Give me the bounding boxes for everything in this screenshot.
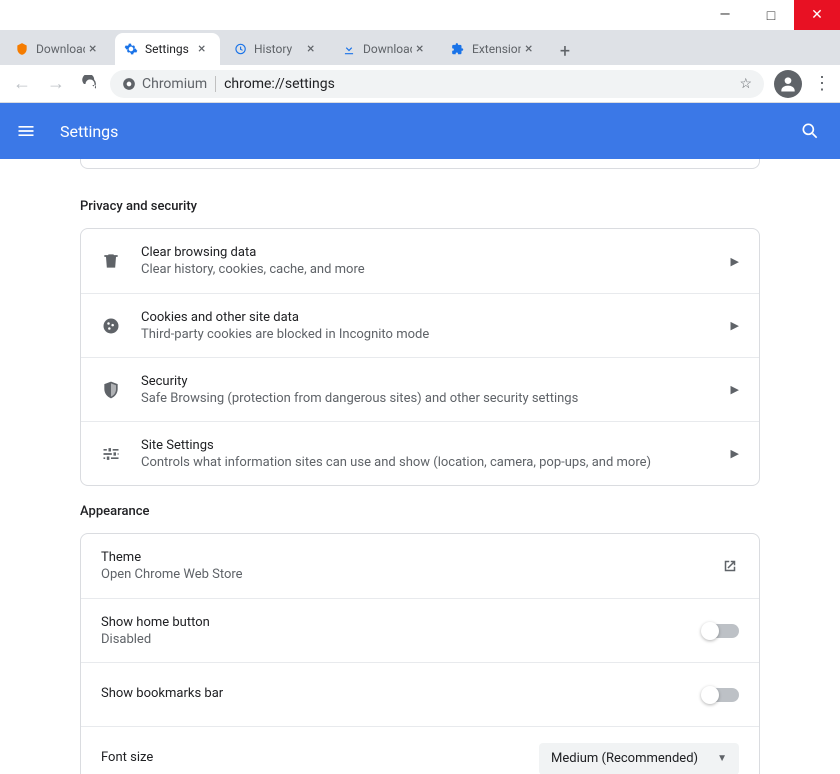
- chevron-right-icon: ▶: [731, 319, 739, 332]
- tab-close-icon[interactable]: ×: [525, 41, 539, 57]
- sliders-icon: [101, 444, 121, 464]
- external-link-icon: [721, 557, 739, 575]
- font-size-dropdown[interactable]: Medium (Recommended) ▼: [539, 743, 739, 774]
- site-info-label: Chromium: [142, 76, 207, 92]
- browser-toolbar: ← → Chromium chrome://settings ☆ ⋮: [0, 65, 840, 103]
- tab-title: Extensions: [472, 42, 521, 56]
- row-font-size: Font size Medium (Recommended) ▼: [81, 726, 759, 774]
- forward-button[interactable]: →: [42, 70, 70, 98]
- chromium-icon: [122, 77, 136, 91]
- row-security[interactable]: Security Safe Browsing (protection from …: [81, 357, 759, 421]
- chevron-down-icon: ▼: [717, 753, 727, 764]
- settings-search-button[interactable]: [800, 121, 824, 141]
- tab-close-icon[interactable]: ×: [89, 41, 103, 57]
- site-info[interactable]: Chromium: [122, 76, 207, 92]
- section-title-appearance: Appearance: [80, 504, 760, 519]
- download-blue-icon: [341, 41, 357, 57]
- tab-title: Settings: [145, 42, 194, 56]
- gear-blue-icon: [123, 41, 139, 57]
- tab-download[interactable]: Download ×: [6, 33, 111, 65]
- tab-title: Downloads: [363, 42, 412, 56]
- row-subtitle: Safe Browsing (protection from dangerous…: [141, 391, 719, 406]
- window-controls: — □ ✕: [0, 0, 840, 30]
- row-clear-browsing-data[interactable]: Clear browsing data Clear history, cooki…: [81, 229, 759, 293]
- row-cookies[interactable]: Cookies and other site data Third-party …: [81, 293, 759, 357]
- home-button-toggle[interactable]: [703, 624, 739, 638]
- settings-content[interactable]: Privacy and security Clear browsing data…: [0, 159, 840, 774]
- row-show-home-button: Show home button Disabled: [81, 598, 759, 662]
- minimize-button[interactable]: —: [702, 0, 748, 30]
- maximize-button[interactable]: □: [748, 0, 794, 30]
- tab-strip: Download × Settings × History × Download…: [0, 30, 840, 65]
- settings-header: Settings: [0, 103, 840, 159]
- close-window-button[interactable]: ✕: [794, 0, 840, 30]
- tab-close-icon[interactable]: ×: [307, 41, 321, 57]
- bookmarks-bar-toggle[interactable]: [703, 688, 739, 702]
- tab-settings[interactable]: Settings ×: [115, 33, 220, 65]
- menu-button[interactable]: [16, 121, 40, 141]
- previous-card-edge: [80, 159, 760, 169]
- dropdown-value: Medium (Recommended): [551, 751, 698, 766]
- cookie-icon: [101, 316, 121, 336]
- row-title: Site Settings: [141, 438, 719, 453]
- row-subtitle: Controls what information sites can use …: [141, 455, 719, 470]
- tab-title: History: [254, 42, 303, 56]
- back-button[interactable]: ←: [8, 70, 36, 98]
- shield-icon: [101, 380, 121, 400]
- row-subtitle: Open Chrome Web Store: [101, 567, 709, 582]
- puzzle-blue-icon: [450, 41, 466, 57]
- section-title-privacy: Privacy and security: [80, 199, 760, 214]
- profile-avatar[interactable]: [774, 70, 802, 98]
- reload-button[interactable]: [76, 70, 104, 98]
- tab-downloads[interactable]: Downloads ×: [333, 33, 438, 65]
- appearance-card: Theme Open Chrome Web Store Show home bu…: [80, 533, 760, 774]
- row-subtitle: Clear history, cookies, cache, and more: [141, 262, 719, 277]
- url-text: chrome://settings: [224, 76, 335, 92]
- privacy-card: Clear browsing data Clear history, cooki…: [80, 228, 760, 486]
- row-show-bookmarks-bar: Show bookmarks bar: [81, 662, 759, 726]
- row-theme[interactable]: Theme Open Chrome Web Store: [81, 534, 759, 598]
- tab-close-icon[interactable]: ×: [198, 41, 212, 57]
- row-title: Theme: [101, 550, 709, 565]
- row-subtitle: Disabled: [101, 632, 691, 647]
- chevron-right-icon: ▶: [731, 255, 739, 268]
- browser-menu-button[interactable]: ⋮: [812, 73, 832, 94]
- row-site-settings[interactable]: Site Settings Controls what information …: [81, 421, 759, 485]
- history-blue-icon: [232, 41, 248, 57]
- row-subtitle: Third-party cookies are blocked in Incog…: [141, 327, 719, 342]
- row-title: Font size: [101, 750, 539, 765]
- shield-orange-icon: [14, 41, 30, 57]
- row-title: Show bookmarks bar: [101, 686, 691, 701]
- new-tab-button[interactable]: +: [551, 37, 579, 65]
- divider: [215, 76, 216, 92]
- chevron-right-icon: ▶: [731, 383, 739, 396]
- row-title: Cookies and other site data: [141, 310, 719, 325]
- address-bar[interactable]: Chromium chrome://settings ☆: [110, 70, 764, 98]
- tab-close-icon[interactable]: ×: [416, 41, 430, 57]
- row-title: Show home button: [101, 615, 691, 630]
- trash-icon: [101, 251, 121, 271]
- page-title: Settings: [60, 122, 800, 141]
- chevron-right-icon: ▶: [731, 447, 739, 460]
- tab-extensions[interactable]: Extensions ×: [442, 33, 547, 65]
- bookmark-star-icon[interactable]: ☆: [739, 76, 752, 92]
- row-title: Security: [141, 374, 719, 389]
- tab-history[interactable]: History ×: [224, 33, 329, 65]
- row-title: Clear browsing data: [141, 245, 719, 260]
- tab-title: Download: [36, 42, 85, 56]
